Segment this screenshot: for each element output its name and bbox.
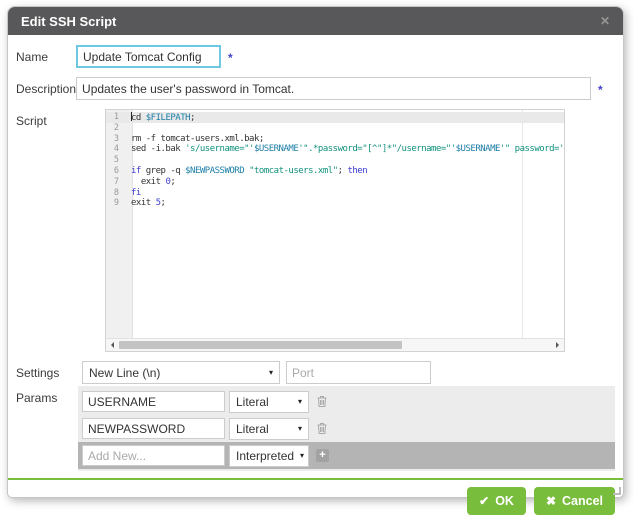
add-param-button[interactable]: + <box>316 449 329 462</box>
add-param-type-select[interactable]: Interpreted ▾ <box>229 445 309 467</box>
add-param-input[interactable] <box>82 445 225 466</box>
scroll-left-arrow-icon[interactable] <box>111 342 114 348</box>
dialog-titlebar[interactable]: Edit SSH Script ✕ <box>8 7 623 35</box>
line-number: 4 <box>106 144 126 155</box>
plus-icon: + <box>316 449 329 462</box>
line-number: 2 <box>106 123 126 134</box>
trash-icon <box>316 395 328 408</box>
line-number: 9 <box>106 198 126 209</box>
script-lines[interactable]: 1cd $FILEPATH;23rm -f tomcat-users.xml.b… <box>106 112 564 338</box>
script-line: 3rm -f tomcat-users.xml.bak; <box>106 134 564 145</box>
chevron-down-icon: ▾ <box>298 424 302 433</box>
x-icon: ✖ <box>546 495 556 507</box>
trash-icon <box>316 422 328 435</box>
scroll-right-arrow-icon[interactable] <box>556 342 559 348</box>
edit-ssh-script-dialog: Edit SSH Script ✕ Name * Description * S… <box>7 6 624 498</box>
name-label: Name <box>16 45 76 64</box>
param-type-value: Interpreted <box>236 449 294 463</box>
param-type-select[interactable]: Literal ▾ <box>229 391 309 413</box>
script-line: 4sed -i.bak 's/username="'$USERNAME'".*p… <box>106 144 564 155</box>
newline-select[interactable]: New Line (\n) ▾ <box>82 361 280 384</box>
delete-param-button[interactable] <box>316 422 328 435</box>
line-number: 5 <box>106 155 126 166</box>
script-label: Script <box>16 109 76 128</box>
cancel-button-label: Cancel <box>562 494 603 508</box>
param-type-value: Literal <box>236 422 269 436</box>
settings-label: Settings <box>16 361 76 380</box>
script-line: 8fi <box>106 188 564 199</box>
name-required-asterisk: * <box>228 45 233 65</box>
params-label: Params <box>16 386 76 405</box>
line-number: 8 <box>106 188 126 199</box>
script-editor[interactable]: 1cd $FILEPATH;23rm -f tomcat-users.xml.b… <box>105 109 565 352</box>
delete-param-button[interactable] <box>316 395 328 408</box>
cancel-button[interactable]: ✖ Cancel <box>534 487 615 515</box>
description-label: Description <box>16 77 76 96</box>
param-type-select[interactable]: Literal ▾ <box>229 418 309 440</box>
script-row: Script 1cd $FILEPATH;23rm -f tomcat-user… <box>16 109 615 352</box>
port-input[interactable] <box>286 361 431 384</box>
script-line: 2 <box>106 123 564 134</box>
script-line: 7 exit 0; <box>106 177 564 188</box>
scrollbar-thumb[interactable] <box>119 341 402 349</box>
param-row-username: Literal ▾ <box>78 388 615 415</box>
name-input[interactable] <box>76 45 221 68</box>
ok-button-label: OK <box>495 494 514 508</box>
line-number: 7 <box>106 177 126 188</box>
name-row: Name * <box>16 45 615 68</box>
params-panel: Literal ▾ Literal ▾ <box>78 386 615 471</box>
param-type-value: Literal <box>236 395 269 409</box>
param-name-input[interactable] <box>82 391 225 412</box>
chevron-down-icon: ▾ <box>300 451 304 460</box>
script-line: 5 <box>106 155 564 166</box>
line-number: 6 <box>106 166 126 177</box>
line-number: 3 <box>106 134 126 145</box>
param-name-input[interactable] <box>82 418 225 439</box>
script-line: 9exit 5; <box>106 198 564 209</box>
dialog-title: Edit SSH Script <box>21 14 116 29</box>
close-icon[interactable]: ✕ <box>600 15 610 27</box>
horizontal-scrollbar[interactable] <box>106 338 564 351</box>
settings-row: Settings New Line (\n) ▾ <box>16 361 615 384</box>
description-required-asterisk: * <box>598 77 603 97</box>
ok-button[interactable]: ✔ OK <box>467 487 526 515</box>
chevron-down-icon: ▾ <box>298 397 302 406</box>
script-line: 6if grep -q $NEWPASSWORD "tomcat-users.x… <box>106 166 564 177</box>
dialog-body: Name * Description * Script 1cd $FILEPAT… <box>8 35 623 471</box>
newline-select-value: New Line (\n) <box>89 366 160 380</box>
line-number: 1 <box>106 112 126 123</box>
description-row: Description * <box>16 77 615 100</box>
script-line: 1cd $FILEPATH; <box>106 112 564 123</box>
param-row-newpassword: Literal ▾ <box>78 415 615 442</box>
params-row: Params Literal ▾ <box>16 386 615 471</box>
check-icon: ✔ <box>479 495 489 507</box>
chevron-down-icon: ▾ <box>269 368 273 377</box>
description-input[interactable] <box>76 77 591 100</box>
resize-handle[interactable] <box>613 487 621 495</box>
param-add-row: Interpreted ▾ + <box>78 442 615 469</box>
footer: ✔ OK ✖ Cancel <box>8 480 623 515</box>
